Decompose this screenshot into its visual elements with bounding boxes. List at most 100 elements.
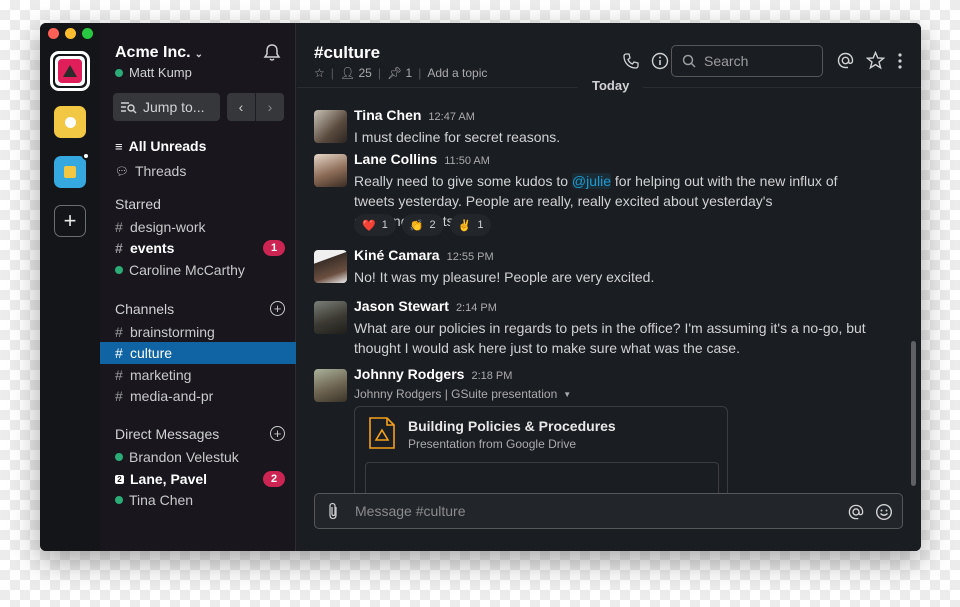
message-author[interactable]: Johnny Rodgers	[354, 366, 464, 382]
avatar[interactable]	[314, 250, 347, 283]
starred-header[interactable]: Starred	[115, 196, 161, 212]
attachment-title[interactable]: Building Policies & Procedures	[408, 418, 616, 434]
hash-icon: #	[115, 345, 123, 361]
reaction-count: 1	[477, 219, 484, 231]
sidebar-item-tina-chen[interactable]: Tina Chen	[100, 489, 296, 511]
message-author[interactable]: Jason Stewart	[354, 298, 449, 314]
reaction-victory[interactable]: ✌️ 1	[449, 214, 492, 236]
unread-badge: 2	[263, 471, 285, 487]
back-arrow-icon[interactable]: ‹	[227, 93, 255, 121]
user-mention[interactable]: @julie	[571, 173, 612, 189]
close-window-button[interactable]	[48, 28, 59, 39]
zoom-window-button[interactable]	[82, 28, 93, 39]
message-timestamp[interactable]: 12:55 PM	[447, 251, 494, 263]
sidebar-item-lane-pavel[interactable]: 2 Lane, Pavel 2	[100, 468, 296, 490]
slack-window: + Acme Inc. ⌄ Matt Kump Jump to... ‹ › ≡ …	[40, 23, 921, 551]
plus-icon: +	[63, 208, 77, 233]
message-timestamp[interactable]: 11:50 AM	[444, 155, 490, 167]
sidebar-item-label: marketing	[130, 367, 192, 383]
mentions-at-icon[interactable]	[836, 51, 855, 75]
chevron-down-icon: ⌄	[194, 49, 203, 60]
channel-meta: ☆ | 👤︎ 25 | 📌︎ 1 | Add a topic	[314, 66, 487, 80]
minimize-window-button[interactable]	[65, 28, 76, 39]
workspace-blue[interactable]	[54, 152, 90, 188]
paperclip-icon[interactable]	[327, 502, 339, 520]
unread-dot	[82, 152, 90, 160]
avatar[interactable]	[314, 154, 347, 187]
message-author[interactable]: Tina Chen	[354, 107, 421, 123]
sidebar-item-label: brainstorming	[130, 324, 215, 340]
message-timestamp[interactable]: 2:18 PM	[471, 370, 512, 382]
channel-title[interactable]: #culture	[314, 43, 380, 63]
sidebar-item-brandon-velestuk[interactable]: Brandon Velestuk	[100, 446, 296, 468]
group-dm-icon: 2	[115, 474, 124, 484]
sidebar-item-threads[interactable]: 💬︎ Threads	[100, 160, 296, 182]
add-topic-link[interactable]: Add a topic	[427, 66, 487, 80]
info-icon[interactable]	[651, 52, 669, 75]
sidebar-item-brainstorming[interactable]: # brainstorming	[100, 321, 296, 343]
add-dm-button[interactable]: +	[270, 426, 285, 441]
phone-icon[interactable]	[623, 53, 639, 74]
google-slides-file-icon	[369, 417, 395, 449]
divider: |	[330, 66, 334, 80]
avatar[interactable]	[314, 369, 347, 402]
sidebar-item-label: All Unreads	[128, 138, 207, 154]
team-menu[interactable]: Acme Inc. ⌄	[115, 44, 203, 62]
star-icon[interactable]	[865, 50, 886, 75]
reaction-heart[interactable]: ❤️ 1	[354, 214, 396, 236]
clap-icon: 👏	[409, 219, 424, 232]
direct-messages-header[interactable]: Direct Messages	[115, 426, 219, 442]
divider: |	[377, 66, 381, 80]
channel-view: #culture ☆ | 👤︎ 25 | 📌︎ 1 | Add a topic	[297, 23, 921, 551]
sidebar-item-media-and-pr[interactable]: # media-and-pr	[100, 385, 296, 407]
hash-icon: #	[115, 240, 123, 256]
sidebar-item-culture[interactable]: # culture	[100, 342, 296, 364]
hash-icon: #	[115, 388, 123, 404]
jump-to-button[interactable]: Jump to...	[113, 93, 220, 121]
sidebar-item-caroline-mccarthy[interactable]: Caroline McCarthy	[100, 259, 296, 281]
members-button[interactable]: 👤︎ 25	[340, 66, 372, 80]
workspace-yellow[interactable]	[54, 106, 86, 138]
channels-header[interactable]: Channels	[115, 301, 174, 317]
message-author[interactable]: Kiné Camara	[354, 247, 440, 263]
message-input[interactable]	[355, 503, 825, 519]
bell-icon[interactable]	[263, 43, 281, 67]
heart-icon: ❤️	[362, 219, 376, 232]
message-timestamp[interactable]: 2:14 PM	[456, 302, 497, 314]
star-outline-icon[interactable]: ☆	[314, 66, 325, 80]
history-nav: ‹ ›	[227, 93, 284, 121]
sidebar-item-design-work[interactable]: # design-work	[100, 216, 296, 238]
user-name: Matt Kump	[129, 65, 192, 80]
workspace-acme[interactable]	[50, 51, 90, 91]
current-user[interactable]: Matt Kump	[115, 65, 192, 80]
add-channel-button[interactable]: +	[270, 301, 285, 316]
presence-icon	[115, 68, 123, 77]
more-options-icon[interactable]	[897, 53, 903, 74]
forward-arrow-icon[interactable]: ›	[255, 93, 284, 121]
attachment-subtitle[interactable]: Johnny Rodgers | GSuite presentation ▼	[354, 387, 571, 401]
hash-icon: #	[115, 324, 123, 340]
avatar[interactable]	[314, 110, 347, 143]
hash-icon: #	[115, 367, 123, 383]
message-author[interactable]: Lane Collins	[354, 151, 437, 167]
sidebar-item-label: Tina Chen	[129, 492, 194, 508]
sidebar-item-marketing[interactable]: # marketing	[100, 364, 296, 386]
victory-hand-icon: ✌️	[457, 219, 472, 232]
emoji-icon[interactable]	[875, 503, 893, 526]
reactions: ❤️ 1 👏 2 ✌️ 1	[354, 214, 492, 236]
avatar[interactable]	[314, 301, 347, 334]
sidebar-item-label: events	[130, 240, 175, 256]
unread-badge: 1	[263, 240, 285, 256]
search-placeholder: Search	[704, 53, 749, 69]
sidebar-item-events[interactable]: # events 1	[100, 237, 296, 259]
jump-to-label: Jump to...	[143, 99, 205, 115]
sidebar-item-all-unreads[interactable]: ≡ All Unreads	[100, 135, 296, 157]
message-timestamp[interactable]: 12:47 AM	[428, 111, 474, 123]
pins-button[interactable]: 📌︎ 1	[387, 66, 412, 80]
mention-at-icon[interactable]	[847, 503, 865, 526]
search-box[interactable]: Search	[671, 45, 823, 77]
add-workspace-button[interactable]: +	[54, 205, 86, 237]
reaction-clap[interactable]: 👏 2	[401, 214, 444, 236]
message-scrollbar[interactable]	[911, 341, 916, 486]
hash-icon: #	[115, 219, 123, 235]
